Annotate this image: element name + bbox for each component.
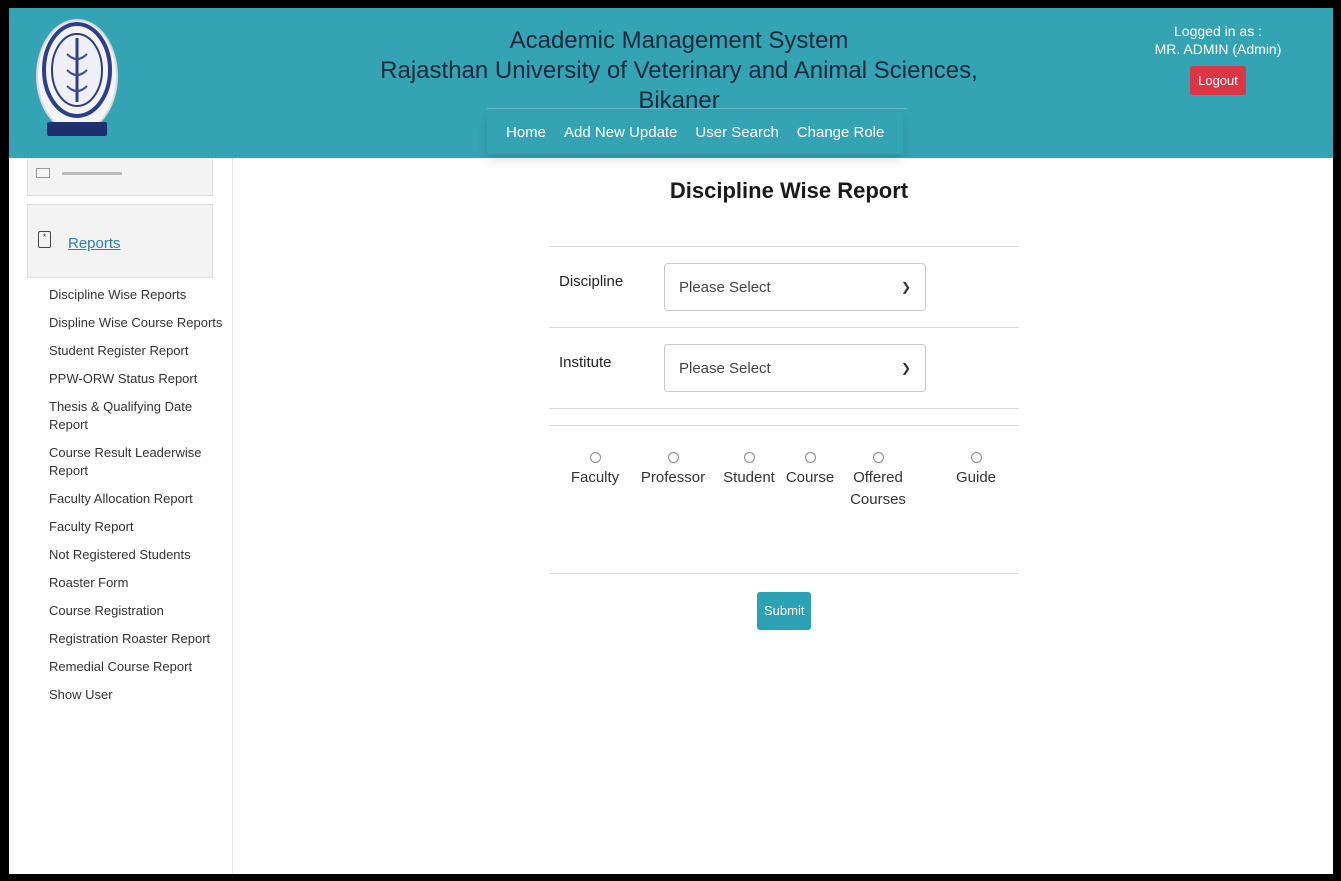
radio-offered-courses-label: Offered Courses [850,469,906,508]
report-form: Discipline Please Select ❯ Institute Ple… [549,246,1019,574]
institute-select-value: Please Select [679,359,771,377]
institute-select[interactable]: Please Select ❯ [664,344,926,392]
sidebar-section-reports[interactable]: * Reports [27,204,213,278]
radio-button[interactable] [667,452,679,463]
radio-button[interactable] [589,452,601,463]
sidebar-item-displine-wise-course-reports[interactable]: Displine Wise Course Reports [49,314,229,332]
app-window: Academic Management System Rajasthan Uni… [9,8,1333,874]
page-title: Discipline Wise Report [669,178,909,203]
sidebar-item-remedial-course-report[interactable]: Remedial Course Report [49,658,229,676]
divider [549,408,1019,409]
top-nav: Home Add New Update User Search Change R… [487,112,903,154]
radio-guide[interactable]: Guide [951,446,1001,489]
sidebar-item-thesis-qualifying-date-report[interactable]: Thesis & Qualifying Date Report [49,398,229,434]
header: Academic Management System Rajasthan Uni… [9,8,1333,158]
logout-button[interactable]: Logout [1190,66,1246,95]
university-name: Rajasthan University of Veterinary and A… [380,57,978,114]
radio-button[interactable] [743,452,755,463]
reports-menu: Discipline Wise Reports Displine Wise Co… [49,286,229,714]
radio-faculty[interactable]: Faculty [565,446,625,489]
radio-professor-label: Professor [640,469,706,486]
login-user: MR. ADMIN (Admin) [1154,41,1282,57]
radio-offered-courses[interactable]: Offered Courses [843,446,913,511]
sidebar-item-faculty-allocation-report[interactable]: Faculty Allocation Report [49,490,229,508]
discipline-label: Discipline [559,273,624,290]
chevron-down-icon: ❯ [900,280,911,294]
submit-button[interactable]: Submit [757,592,812,630]
nav-add-new-update[interactable]: Add New Update [555,112,686,154]
radio-button[interactable] [872,452,884,463]
document-icon: * [38,231,51,248]
institute-row: Institute Please Select ❯ [549,328,1019,408]
radio-professor[interactable]: Professor [633,446,713,489]
university-logo [36,19,118,136]
divider [549,573,1019,574]
login-info: Logged in as : MR. ADMIN (Admin) Logout [1133,22,1303,95]
institute-label: Institute [559,354,612,371]
discipline-select[interactable]: Please Select ❯ [664,263,926,311]
sidebar-item-course-result-leaderwise-report[interactable]: Course Result Leaderwise Report [49,444,229,480]
sidebar-item-partial[interactable] [27,158,213,196]
sidebar-item-student-register-report[interactable]: Student Register Report [49,342,229,360]
radio-button[interactable] [804,452,816,463]
sidebar: * Reports Discipline Wise Reports Displi… [9,158,233,874]
radio-course[interactable]: Course [781,446,839,489]
radio-faculty-label: Faculty [570,469,620,486]
calendar-icon [36,168,50,178]
sidebar-item-discipline-wise-reports[interactable]: Discipline Wise Reports [49,286,229,304]
nav-home[interactable]: Home [497,112,555,154]
sidebar-item-faculty-report[interactable]: Faculty Report [49,518,229,536]
sidebar-item-course-registration[interactable]: Course Registration [49,602,229,620]
app-title: Academic Management System Rajasthan Uni… [369,26,989,116]
sidebar-item-partial-label [62,172,122,175]
discipline-select-value: Please Select [679,278,771,296]
discipline-row: Discipline Please Select ❯ [549,247,1019,327]
radio-button[interactable] [970,452,982,463]
radio-student-label: Student [723,469,775,486]
radio-student[interactable]: Student [717,446,781,489]
sidebar-item-ppw-orw-status-report[interactable]: PPW-ORW Status Report [49,370,229,388]
sidebar-item-not-registered-students[interactable]: Not Registered Students [49,546,229,564]
report-type-radios: Faculty Professor Student Course Offered… [549,425,1019,573]
chevron-down-icon: ❯ [900,361,911,375]
radio-course-label: Course [785,469,835,486]
reports-link[interactable]: Reports [68,235,121,252]
nav-divider [487,108,907,109]
sidebar-item-show-user[interactable]: Show User [49,686,229,704]
sidebar-item-registration-roaster-report[interactable]: Registration Roaster Report [49,630,229,648]
sidebar-item-roaster-form[interactable]: Roaster Form [49,574,229,592]
radio-guide-label: Guide [955,469,997,486]
nav-user-search[interactable]: User Search [686,112,787,154]
app-title-line1: Academic Management System [509,27,849,54]
nav-change-role[interactable]: Change Role [788,112,894,154]
login-label: Logged in as : [1174,23,1262,39]
